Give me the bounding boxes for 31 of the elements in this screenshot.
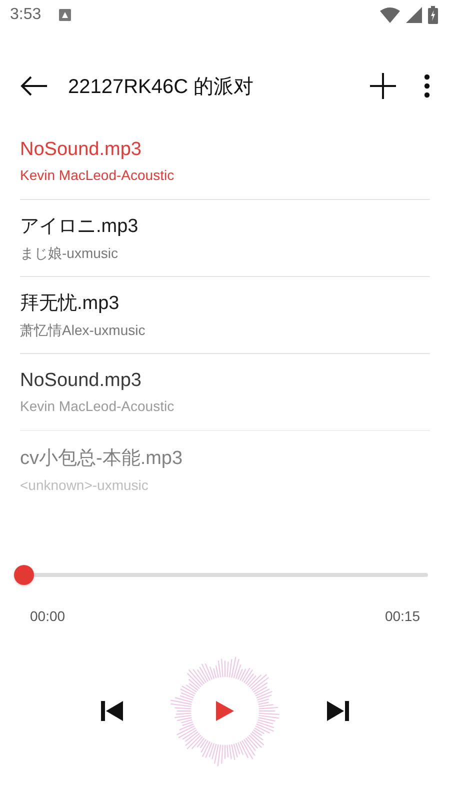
song-row[interactable]: 拜无忧.mp3 萧忆情Alex-uxmusic xyxy=(20,277,430,354)
more-button[interactable] xyxy=(424,74,430,98)
add-button[interactable] xyxy=(370,73,396,99)
song-title: 拜无忧.mp3 xyxy=(20,292,120,316)
song-title: アイロニ.mp3 xyxy=(20,215,138,239)
song-artist: Kevin MacLeod-Acoustic xyxy=(20,167,174,183)
elapsed-time: 00:00 xyxy=(30,608,66,624)
screen-title: 22127RK46C 的派对 xyxy=(68,74,255,100)
song-title: NoSound.mp3 xyxy=(20,370,142,392)
song-row[interactable]: NoSound.mp3 Kevin MacLeod-Acoustic xyxy=(20,354,430,431)
total-duration: 00:15 xyxy=(384,608,420,624)
status-time: 3:53 xyxy=(10,6,42,24)
progress-slider[interactable] xyxy=(14,564,428,586)
song-artist: 萧忆情Alex-uxmusic xyxy=(20,322,146,340)
song-title: cv小包总-本能.mp3 xyxy=(20,447,183,471)
song-artist: <unknown>-uxmusic xyxy=(20,477,148,493)
song-row[interactable]: アイロニ.mp3 まじ娘-uxmusic xyxy=(20,200,430,277)
wifi-icon xyxy=(380,7,400,23)
previous-button[interactable] xyxy=(101,701,123,721)
song-row[interactable]: cv小包总-本能.mp3 <unknown>-uxmusic xyxy=(20,431,430,507)
song-artist: Kevin MacLeod-Acoustic xyxy=(20,398,174,414)
song-title: NoSound.mp3 xyxy=(20,139,142,161)
back-button[interactable] xyxy=(20,75,48,97)
song-row[interactable]: NoSound.mp3 Kevin MacLeod-Acoustic xyxy=(20,123,430,200)
song-artist: まじ娘-uxmusic xyxy=(20,245,118,263)
play-button[interactable] xyxy=(216,701,234,721)
battery-icon xyxy=(428,6,438,24)
notification-icon xyxy=(59,9,72,21)
slider-thumb[interactable] xyxy=(14,565,34,585)
signal-icon xyxy=(406,7,422,23)
next-button[interactable] xyxy=(327,701,349,721)
